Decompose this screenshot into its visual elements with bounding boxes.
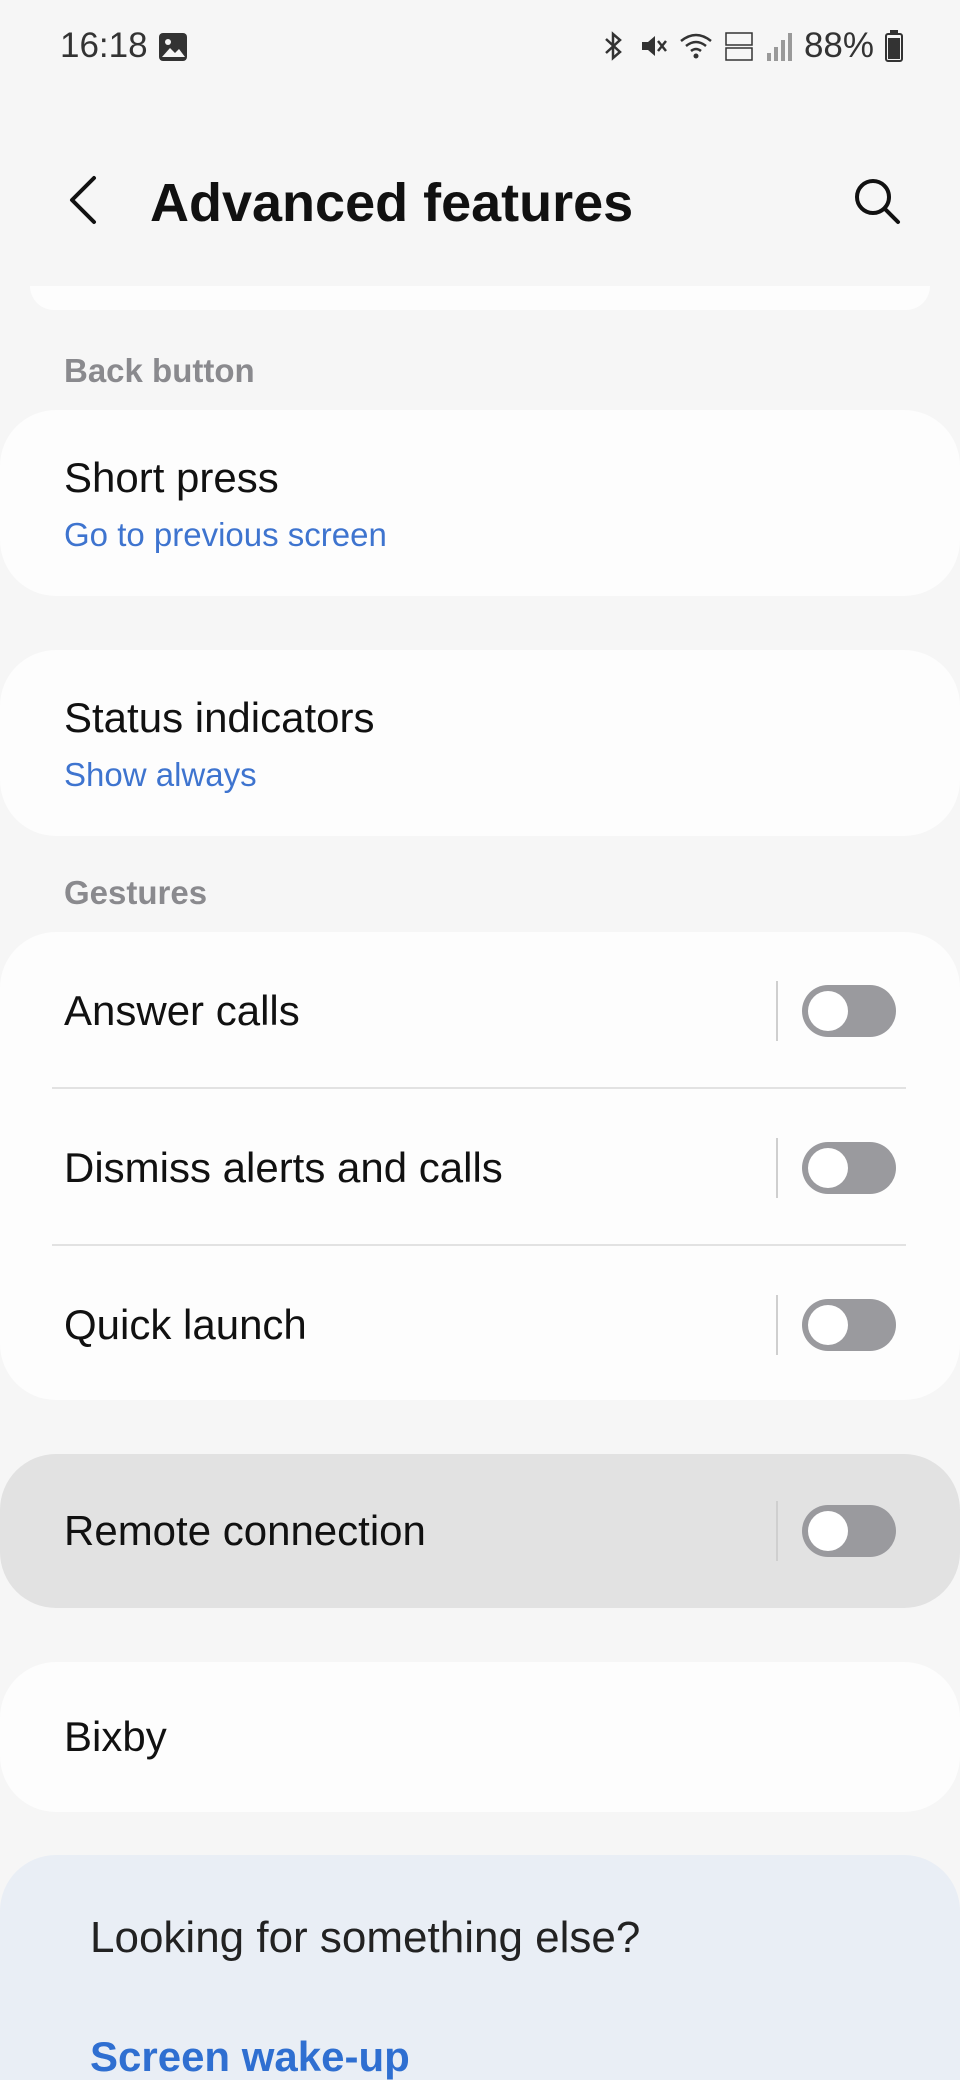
section-label-back-button: Back button [64, 352, 255, 389]
search-button[interactable] [848, 172, 908, 232]
status-indicators-item[interactable]: Status indicators Show always [0, 650, 960, 836]
search-icon [855, 179, 900, 224]
gallery-icon [159, 33, 187, 61]
status-indicators-title: Status indicators [64, 694, 375, 741]
previous-card-edge [30, 286, 930, 310]
dismiss-alerts-item[interactable]: Dismiss alerts and calls [0, 1089, 960, 1246]
dismiss-alerts-title: Dismiss alerts and calls [64, 1143, 503, 1191]
bixby-title: Bixby [64, 1713, 167, 1760]
signal-icon [766, 33, 792, 61]
bixby-item[interactable]: Bixby [0, 1662, 960, 1812]
back-button[interactable] [56, 170, 112, 230]
answer-calls-item[interactable]: Answer calls [0, 932, 960, 1089]
wifi-icon [680, 33, 712, 59]
suggestions-card: Looking for something else? Screen wake-… [0, 1855, 960, 2080]
section-label-gestures: Gestures [64, 874, 208, 911]
page-title: Advanced features [150, 173, 634, 233]
short-press-item[interactable]: Short press Go to previous screen [0, 410, 960, 596]
divider-vertical [776, 980, 778, 1041]
quick-launch-title: Quick launch [64, 1300, 307, 1348]
volte-icon [725, 32, 753, 61]
battery-percent: 88% [803, 26, 874, 65]
status-indicators-value: Show always [64, 756, 257, 793]
mute-icon [641, 36, 667, 56]
gestures-card: Answer calls Dismiss alerts and calls Qu… [0, 932, 960, 1400]
divider-vertical [776, 1137, 778, 1198]
remote-connection-row: Remote connection [0, 1454, 960, 1608]
quick-launch-item[interactable]: Quick launch [0, 1246, 960, 1403]
answer-calls-title: Answer calls [64, 986, 300, 1034]
remote-connection-item[interactable]: Remote connection [0, 1454, 960, 1608]
remote-connection-title: Remote connection [64, 1507, 426, 1554]
bluetooth-icon [605, 31, 622, 61]
answer-calls-toggle[interactable] [802, 984, 896, 1037]
dismiss-alerts-toggle[interactable] [802, 1141, 896, 1194]
toggle-knob [808, 1304, 848, 1345]
short-press-title: Short press [64, 454, 279, 501]
remote-connection-toggle[interactable] [802, 1505, 896, 1557]
battery-icon [885, 30, 903, 62]
chevron-left-icon [70, 176, 96, 224]
toggle-knob [808, 990, 848, 1031]
toggle-knob [808, 1147, 848, 1188]
divider-vertical [776, 1501, 778, 1561]
suggestions-title: Looking for something else? [90, 1913, 641, 1962]
quick-launch-toggle[interactable] [802, 1298, 896, 1351]
divider-vertical [776, 1294, 778, 1355]
toggle-knob [808, 1511, 848, 1551]
status-time: 16:18 [60, 26, 148, 65]
app-header: Advanced features [0, 150, 960, 250]
screen-wake-up-link[interactable]: Screen wake-up [90, 2033, 410, 2080]
status-icons: 88% [598, 26, 904, 66]
short-press-value: Go to previous screen [64, 516, 387, 553]
status-bar: 16:18 88% [0, 0, 960, 92]
